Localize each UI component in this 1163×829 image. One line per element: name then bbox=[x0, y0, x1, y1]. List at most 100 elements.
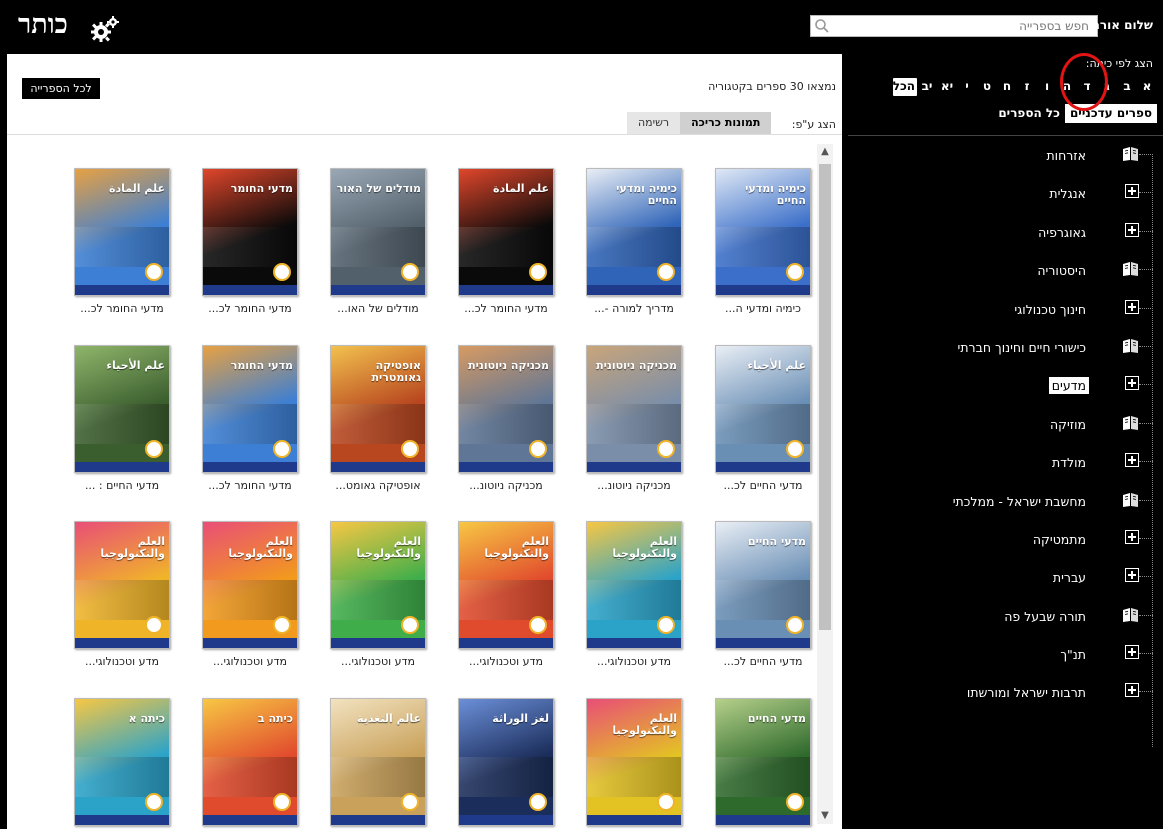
grade-option[interactable]: ז bbox=[1017, 78, 1037, 96]
grade-option[interactable]: יא bbox=[937, 78, 957, 96]
sidebar-category-label[interactable]: מדעים bbox=[1048, 377, 1089, 395]
sidebar-category-item[interactable]: תרבות ישראל ומורשתו bbox=[848, 673, 1163, 711]
expand-plus-icon[interactable] bbox=[1123, 299, 1139, 316]
book-cover[interactable]: العلم والتكنولوجيا bbox=[458, 521, 554, 649]
sidebar-category-label[interactable]: מוזיקה bbox=[1047, 416, 1089, 433]
tab-list[interactable]: רשימה bbox=[627, 112, 681, 134]
book-icon[interactable] bbox=[1123, 415, 1139, 431]
book-item[interactable]: عالم التغذية bbox=[319, 698, 437, 829]
sidebar-category-item[interactable]: אזרחות bbox=[848, 136, 1163, 174]
book-title[interactable]: מדע וטכנולוגי... bbox=[447, 655, 565, 668]
book-cover[interactable]: العلم والتكنولوجيا bbox=[586, 698, 682, 826]
search-icon[interactable] bbox=[814, 18, 830, 34]
grade-option[interactable]: א bbox=[1137, 78, 1157, 96]
book-icon[interactable] bbox=[1123, 261, 1139, 277]
grade-option[interactable]: ב bbox=[1117, 78, 1137, 96]
book-cover[interactable]: כימיה ומדעי החיים bbox=[715, 168, 811, 296]
expand-plus-icon[interactable] bbox=[1123, 645, 1139, 661]
sidebar-category-item[interactable]: מולדת bbox=[848, 443, 1163, 481]
sidebar-category-item[interactable]: גאוגרפיה bbox=[848, 213, 1163, 251]
book-title[interactable]: אופטיקה גאומט... bbox=[319, 479, 437, 492]
book-title[interactable]: מדריך למורה -... bbox=[575, 302, 693, 315]
sidebar-category-label[interactable]: עברית bbox=[1050, 569, 1089, 586]
book-item[interactable]: מכניקה ניוטונית מכניקה ניוטונ... bbox=[575, 345, 693, 492]
book-cover[interactable]: אופטיקה גאומטרית bbox=[330, 345, 426, 473]
book-cover[interactable]: מודלים של האור bbox=[330, 168, 426, 296]
sidebar-category-item[interactable]: מתמטיקה bbox=[848, 520, 1163, 558]
book-title[interactable]: מכניקה ניוטונ... bbox=[575, 479, 693, 492]
scroll-thumb[interactable] bbox=[819, 164, 831, 630]
book-item[interactable]: מדעי החומר מדעי החומר לכ... bbox=[191, 345, 309, 492]
book-icon[interactable] bbox=[1123, 492, 1139, 508]
book-item[interactable]: אופטיקה גאומטרית אופטיקה גאומט... bbox=[319, 345, 437, 492]
book-cover[interactable]: العلم والتكنولوجيا bbox=[330, 521, 426, 649]
book-item[interactable]: מדעי החומר מדעי החומר לכ... bbox=[191, 168, 309, 315]
sidebar-category-item[interactable]: חינוך טכנולוגי bbox=[848, 290, 1163, 328]
sidebar-category-label[interactable]: כישורי חיים וחינוך חברתי bbox=[955, 339, 1089, 356]
book-item[interactable]: لغز الوراثة bbox=[447, 698, 565, 829]
book-item[interactable]: כימיה ומדעי החיים מדריך למורה -... bbox=[575, 168, 693, 315]
sidebar-category-label[interactable]: גאוגרפיה bbox=[1035, 224, 1089, 241]
grade-option[interactable]: ט bbox=[977, 78, 997, 96]
book-title[interactable]: מדעי החומר לכ... bbox=[191, 302, 309, 315]
book-item[interactable]: מדעי החיים bbox=[704, 698, 815, 829]
sidebar-category-item[interactable]: אנגלית bbox=[848, 174, 1163, 212]
book-item[interactable]: العلم والتكنولوجيا bbox=[575, 698, 693, 829]
book-item[interactable]: علم الأحياء מדעי החיים לכ... bbox=[704, 345, 815, 492]
book-cover[interactable]: لغز الوراثة bbox=[458, 698, 554, 826]
book-icon[interactable] bbox=[1123, 607, 1139, 623]
expand-plus-icon[interactable] bbox=[1123, 222, 1139, 239]
book-title[interactable]: מדעי החומר לכ... bbox=[447, 302, 565, 315]
book-cover[interactable]: מכניקה ניוטונית bbox=[458, 345, 554, 473]
book-title[interactable]: מדע וטכנולוגי... bbox=[575, 655, 693, 668]
book-item[interactable]: علم الأحياء מדעי החיים : ... bbox=[63, 345, 181, 492]
expand-plus-icon[interactable] bbox=[1123, 184, 1139, 200]
book-cover[interactable]: العلم والتكنولوجيا bbox=[586, 521, 682, 649]
book-item[interactable]: العلم والتكنولوجيا מדע וטכנולוגי... bbox=[319, 521, 437, 668]
grade-option[interactable]: הכל bbox=[893, 78, 917, 96]
sidebar-category-item[interactable]: מוזיקה bbox=[848, 405, 1163, 443]
grade-option[interactable]: ח bbox=[997, 78, 1017, 96]
book-item[interactable]: כיתה ב bbox=[191, 698, 309, 829]
user-greeting[interactable]: שלום אורח bbox=[1092, 18, 1153, 32]
all-library-button[interactable]: לכל הספרייה bbox=[22, 78, 100, 99]
sidebar-category-item[interactable]: כישורי חיים וחינוך חברתי bbox=[848, 328, 1163, 366]
search-input[interactable] bbox=[833, 16, 1095, 36]
book-cover[interactable]: מכניקה ניוטונית bbox=[586, 345, 682, 473]
scroll-up-arrow-icon[interactable]: ▲ bbox=[817, 144, 833, 160]
book-item[interactable]: العلم والتكنولوجيا מדע וטכנולוגי... bbox=[63, 521, 181, 668]
book-title[interactable]: מדע וטכנולוגי... bbox=[319, 655, 437, 668]
grade-option[interactable]: יב bbox=[917, 78, 937, 96]
book-item[interactable]: علم المادة מדעי החומר לכ... bbox=[447, 168, 565, 315]
sidebar-category-label[interactable]: תורה שבעל פה bbox=[1001, 608, 1089, 625]
scroll-down-arrow-icon[interactable]: ▼ bbox=[817, 808, 833, 824]
book-cover[interactable]: علم المادة bbox=[458, 168, 554, 296]
expand-plus-icon[interactable] bbox=[1123, 529, 1139, 546]
expand-plus-icon[interactable] bbox=[1123, 568, 1139, 584]
grade-option[interactable]: ו bbox=[1037, 78, 1057, 96]
book-cover[interactable]: العلم والتكنولوجيا bbox=[74, 521, 170, 649]
sidebar-category-item[interactable]: תנ"ך bbox=[848, 635, 1163, 673]
book-cover[interactable]: علم الأحياء bbox=[74, 345, 170, 473]
book-title[interactable]: מכניקה ניוטונ... bbox=[447, 479, 565, 492]
sidebar-category-label[interactable]: חינוך טכנולוגי bbox=[1011, 301, 1089, 318]
logo[interactable]: כותר bbox=[10, 6, 119, 42]
book-cover[interactable]: מדעי החיים bbox=[715, 521, 811, 649]
book-cover[interactable]: علم الأحياء bbox=[715, 345, 811, 473]
book-title[interactable]: מדעי החיים : ... bbox=[63, 479, 181, 492]
sidebar-category-label[interactable]: היסטוריה bbox=[1034, 262, 1089, 279]
book-item[interactable]: כיתה א bbox=[63, 698, 181, 829]
book-item[interactable]: علم المادة מדעי החומר לכ... bbox=[63, 168, 181, 315]
book-item[interactable]: מודלים של האור מודלים של האו... bbox=[319, 168, 437, 315]
sidebar-category-label[interactable]: אנגלית bbox=[1046, 185, 1089, 202]
book-cover[interactable]: علم المادة bbox=[74, 168, 170, 296]
book-title[interactable]: מדעי החיים לכ... bbox=[704, 655, 815, 668]
book-title[interactable]: מדע וטכנולוגי... bbox=[63, 655, 181, 668]
book-title[interactable]: מדע וטכנולוגי... bbox=[191, 655, 309, 668]
book-cover[interactable]: כיתה ב bbox=[202, 698, 298, 826]
filter-all-books[interactable]: כל הספרים bbox=[993, 104, 1065, 123]
book-item[interactable]: العلم والتكنولوجيا מדע וטכנולוגי... bbox=[447, 521, 565, 668]
sidebar-category-label[interactable]: תרבות ישראל ומורשתו bbox=[964, 684, 1089, 701]
book-cover[interactable]: מדעי החיים bbox=[715, 698, 811, 826]
sidebar-category-item[interactable]: עברית bbox=[848, 558, 1163, 596]
